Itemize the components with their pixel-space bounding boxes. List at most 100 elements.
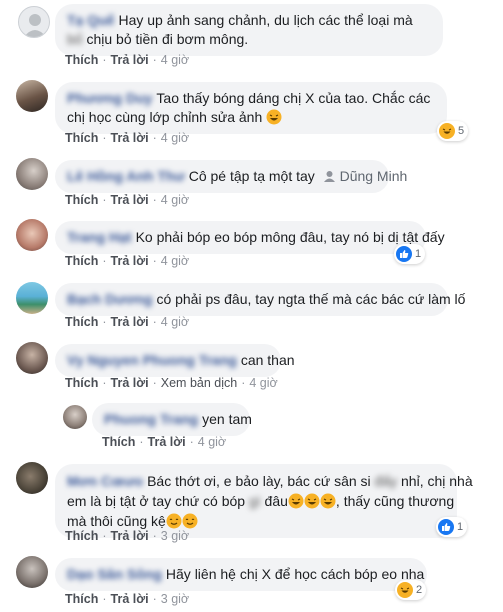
comment-bubble: Vy Nguyen Phuong Trang can than — [55, 344, 295, 377]
avatar[interactable] — [16, 158, 48, 190]
comment-text: đâu — [260, 493, 288, 509]
comment-author[interactable]: Tạ Quế — [67, 12, 114, 28]
comment-text: chịu bỏ tiền đi bơm mông. — [82, 31, 249, 47]
comment-text: Ko phải bóp eo bóp mông đâu, tay nó bị d… — [135, 229, 445, 245]
avatar[interactable] — [16, 462, 48, 494]
avatar[interactable] — [16, 80, 48, 112]
avatar[interactable] — [63, 405, 87, 429]
like-link[interactable]: Thích — [65, 592, 98, 606]
comment-text: can than — [240, 352, 295, 368]
like-link[interactable]: Thích — [65, 53, 98, 67]
comment-bubble: Mơn Cœưo Bác thớt ơi, e bảo lày, bác cứ s… — [55, 464, 473, 538]
comment-bubble: Tạ Quế Hay up ảnh sang chảnh, du lịch các… — [55, 4, 443, 56]
see-translation-link[interactable]: Xem bản dịch — [161, 376, 237, 390]
comment-actions: Thích · Trả lời · 4 giờ — [102, 435, 227, 449]
comment-author[interactable]: Phuong Trang — [104, 411, 198, 427]
avatar[interactable] — [18, 6, 50, 38]
relieved-emoji-icon — [166, 513, 182, 529]
avatar[interactable] — [16, 219, 48, 251]
comment-actions: Thích · Trả lời · 3 giờ — [65, 529, 190, 543]
rofl-emoji-icon — [266, 109, 282, 125]
comment-author[interactable]: Vy Nguyen Phuong Trang — [67, 352, 237, 368]
comment-actions: Thích · Trả lời · Xem bản dịch · 4 giờ — [65, 376, 278, 390]
timestamp[interactable]: 4 giờ — [249, 376, 277, 390]
comment-author[interactable]: Bạch Dương — [67, 291, 152, 307]
timestamp[interactable]: 4 giờ — [198, 435, 226, 449]
timestamp[interactable]: 4 giờ — [161, 254, 189, 268]
avatar[interactable] — [16, 556, 48, 588]
reaction-count: 1 — [457, 521, 464, 533]
timestamp[interactable]: 4 giờ — [161, 193, 189, 207]
comment-bubble: Dạo Sân Sông Hãy liên hệ chị X để học các… — [55, 558, 427, 591]
reaction-count: 5 — [458, 125, 465, 137]
timestamp[interactable]: 3 giờ — [161, 529, 189, 543]
like-link[interactable]: Thích — [65, 376, 98, 390]
blurred-word: bố — [67, 31, 83, 47]
comment-actions: Thích · Trả lời · 4 giờ — [65, 131, 190, 145]
reply-link[interactable]: Trả lời — [111, 529, 149, 543]
laughing-emoji-icon — [320, 493, 336, 509]
comment-text: Hãy liên hệ chị X để học cách bóp eo nha — [165, 566, 425, 582]
comment-bubble: Bạch Dương có phải ps đâu, tay ngta thế m… — [55, 283, 465, 316]
comment-author[interactable]: Phương Duy — [67, 90, 152, 106]
reply-link[interactable]: Trả lời — [111, 592, 149, 606]
reaction-summary[interactable]: 2 — [395, 580, 427, 600]
comment-bubble: Trang Hạt Ko phải bóp eo bóp mông đâu, ta… — [55, 221, 445, 254]
reply-link[interactable]: Trả lời — [111, 376, 149, 390]
reply-link[interactable]: Trả lời — [111, 254, 149, 268]
haha-reaction-icon — [397, 582, 413, 598]
blurred-word: gì — [248, 493, 261, 509]
laughing-emoji-icon — [288, 493, 304, 509]
comment-text: Cô pé tập tạ một tay — [188, 168, 315, 184]
comment-text: có phải ps đâu, tay ngta thế mà các bác … — [156, 291, 466, 307]
comment-text: Hay up ảnh sang chảnh, du lịch các thể l… — [118, 12, 413, 28]
reply-link[interactable]: Trả lời — [111, 131, 149, 145]
reply-link[interactable]: Trả lời — [111, 53, 149, 67]
like-link[interactable]: Thích — [102, 435, 135, 449]
reaction-summary[interactable]: 1 — [436, 517, 468, 537]
comment-actions: Thích · Trả lời · 3 giờ — [65, 592, 190, 606]
like-link[interactable]: Thích — [65, 315, 98, 329]
comment-author[interactable]: Mơn Cœưo — [67, 473, 143, 489]
tag-person-icon — [323, 171, 335, 182]
reaction-count: 2 — [416, 584, 423, 596]
comment-actions: Thích · Trả lời · 4 giờ — [65, 254, 190, 268]
timestamp[interactable]: 4 giờ — [161, 131, 189, 145]
comment-author[interactable]: Dạo Sân Sông — [67, 566, 162, 582]
timestamp[interactable]: 4 giờ — [161, 315, 189, 329]
comment-bubble: Lê Hồng Anh Thư Cô pé tập tạ một tay Dũng… — [55, 160, 407, 193]
comment-text: em là bị tật ở tay chứ có bóp — [67, 493, 249, 509]
reaction-summary[interactable]: 1 — [394, 244, 426, 264]
comment-actions: Thích · Trả lời · 4 giờ — [65, 193, 190, 207]
comment-text: nhỉ, chị nhà — [397, 473, 473, 489]
like-reaction-icon — [438, 519, 454, 535]
comment-text: Bác thớt ơi, e bảo lày, bác cứ sân si — [147, 473, 375, 489]
reaction-count: 1 — [415, 248, 422, 260]
reply-link[interactable]: Trả lời — [148, 435, 186, 449]
comment-author[interactable]: Lê Hồng Anh Thư — [67, 168, 185, 184]
comment-actions: Thích · Trả lời · 4 giờ — [65, 315, 190, 329]
reply-link[interactable]: Trả lời — [111, 315, 149, 329]
like-link[interactable]: Thích — [65, 529, 98, 543]
blurred-word: đấy — [374, 473, 398, 489]
haha-reaction-icon — [439, 123, 455, 139]
like-link[interactable]: Thích — [65, 193, 98, 207]
reply-link[interactable]: Trả lời — [111, 193, 149, 207]
comment-text: , thấy cũng thương — [335, 493, 455, 509]
comment-actions: Thích · Trả lời · 4 giờ — [65, 53, 190, 67]
like-link[interactable]: Thích — [65, 254, 98, 268]
avatar[interactable] — [16, 342, 48, 374]
reaction-summary[interactable]: 5 — [437, 121, 469, 141]
comment-text: yen tam — [202, 411, 252, 427]
timestamp[interactable]: 4 giờ — [161, 53, 189, 67]
relieved-emoji-icon — [182, 513, 198, 529]
tagged-user[interactable]: Dũng Minh — [340, 168, 408, 184]
comment-bubble: Phuong Trang yen tam — [92, 403, 252, 436]
avatar[interactable] — [16, 282, 48, 314]
default-avatar-icon — [24, 14, 46, 37]
comment-author[interactable]: Trang Hạt — [67, 229, 132, 245]
like-link[interactable]: Thích — [65, 131, 98, 145]
timestamp[interactable]: 3 giờ — [161, 592, 189, 606]
comment-text: mà thôi cũng kệ — [67, 513, 166, 529]
like-reaction-icon — [396, 246, 412, 262]
